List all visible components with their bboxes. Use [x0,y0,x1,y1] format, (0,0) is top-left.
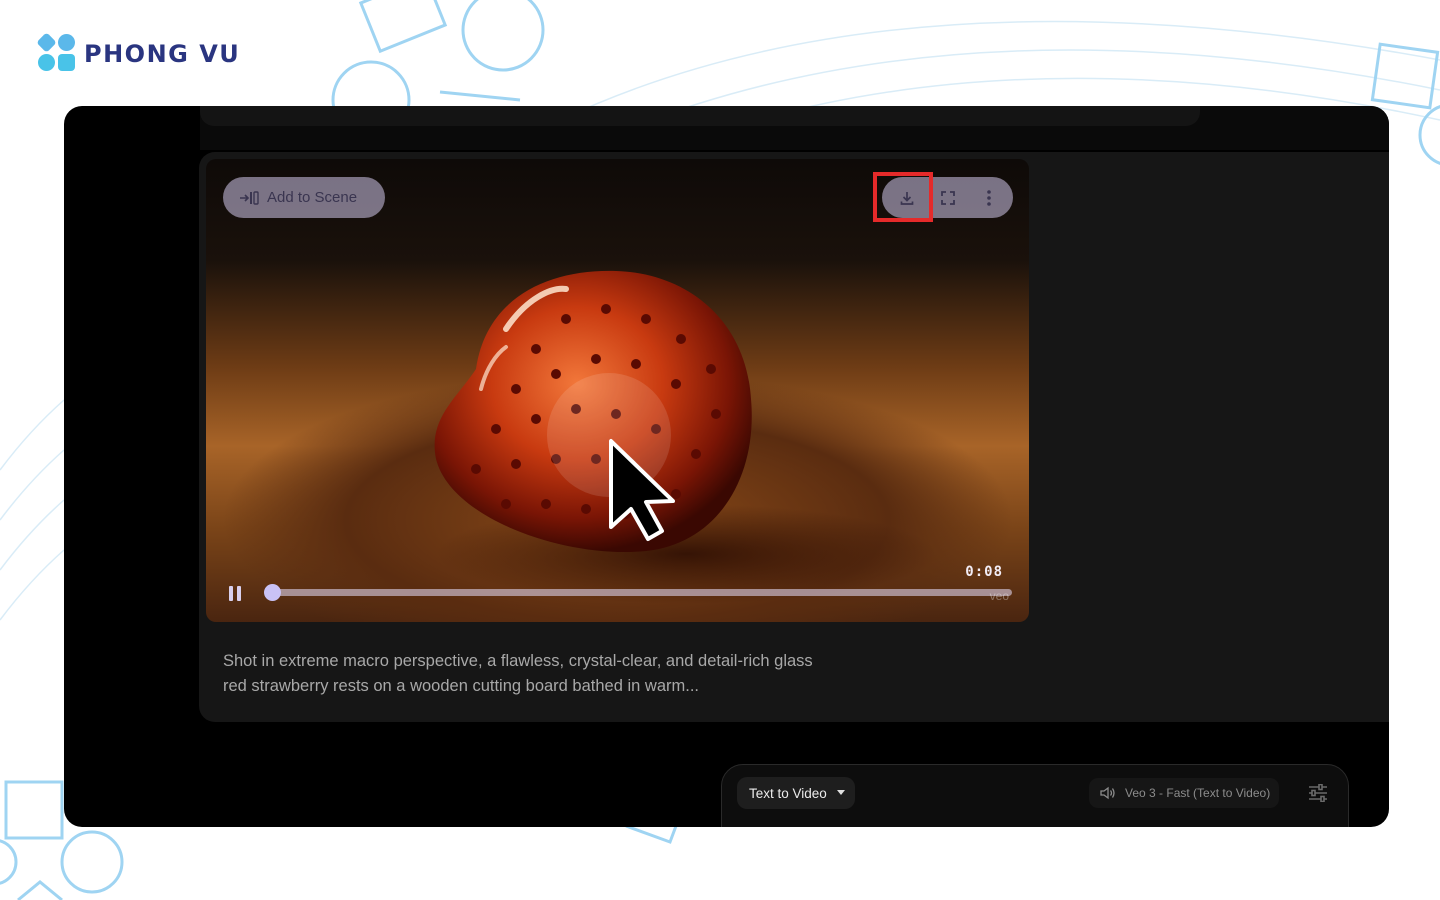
fullscreen-button[interactable] [927,177,968,218]
video-progress-bar[interactable] [264,584,1012,601]
model-label: Veo 3 - Fast (Text to Video) [1125,786,1271,800]
progress-knob[interactable] [264,584,281,601]
mode-dropdown-label: Text to Video [749,785,827,801]
prompt-description: Shot in extreme macro perspective, a fla… [223,652,813,695]
add-to-scene-icon [240,190,259,205]
more-options-button[interactable] [968,177,1009,218]
pause-button[interactable] [228,586,244,602]
pause-icon [229,586,233,601]
speaker-icon [1100,786,1115,800]
fullscreen-icon [940,190,955,205]
brand-name: PHONG VU [84,40,241,68]
brand-logo-mark [36,32,78,74]
video-result-card: Add to Scene 0:08 veo Shot in extreme ma… [199,152,1389,722]
caret-down-icon [837,790,845,795]
veo-watermark: veo [989,589,1009,603]
prompt-bar: Text to Video Veo 3 - Fast (Text to Vide… [721,764,1349,827]
add-to-scene-label: Add to Scene [267,189,358,206]
video-player[interactable]: Add to Scene 0:08 veo [206,159,1029,622]
mode-dropdown[interactable]: Text to Video [737,777,855,809]
pause-icon-bar [237,586,241,601]
video-time: 0:08 [965,564,1003,580]
model-selector[interactable]: Veo 3 - Fast (Text to Video) [1089,778,1279,808]
download-highlight-box [873,172,933,222]
previous-card-edge [200,106,1200,126]
more-vert-icon [986,189,991,206]
app-window: Add to Scene 0:08 veo Shot in extreme ma… [64,106,1389,827]
tune-settings-icon[interactable] [1308,784,1328,802]
add-to-scene-button[interactable]: Add to Scene [223,177,385,218]
video-frame-strawberry [434,270,936,604]
brand-logo: PHONG VU [36,32,241,74]
